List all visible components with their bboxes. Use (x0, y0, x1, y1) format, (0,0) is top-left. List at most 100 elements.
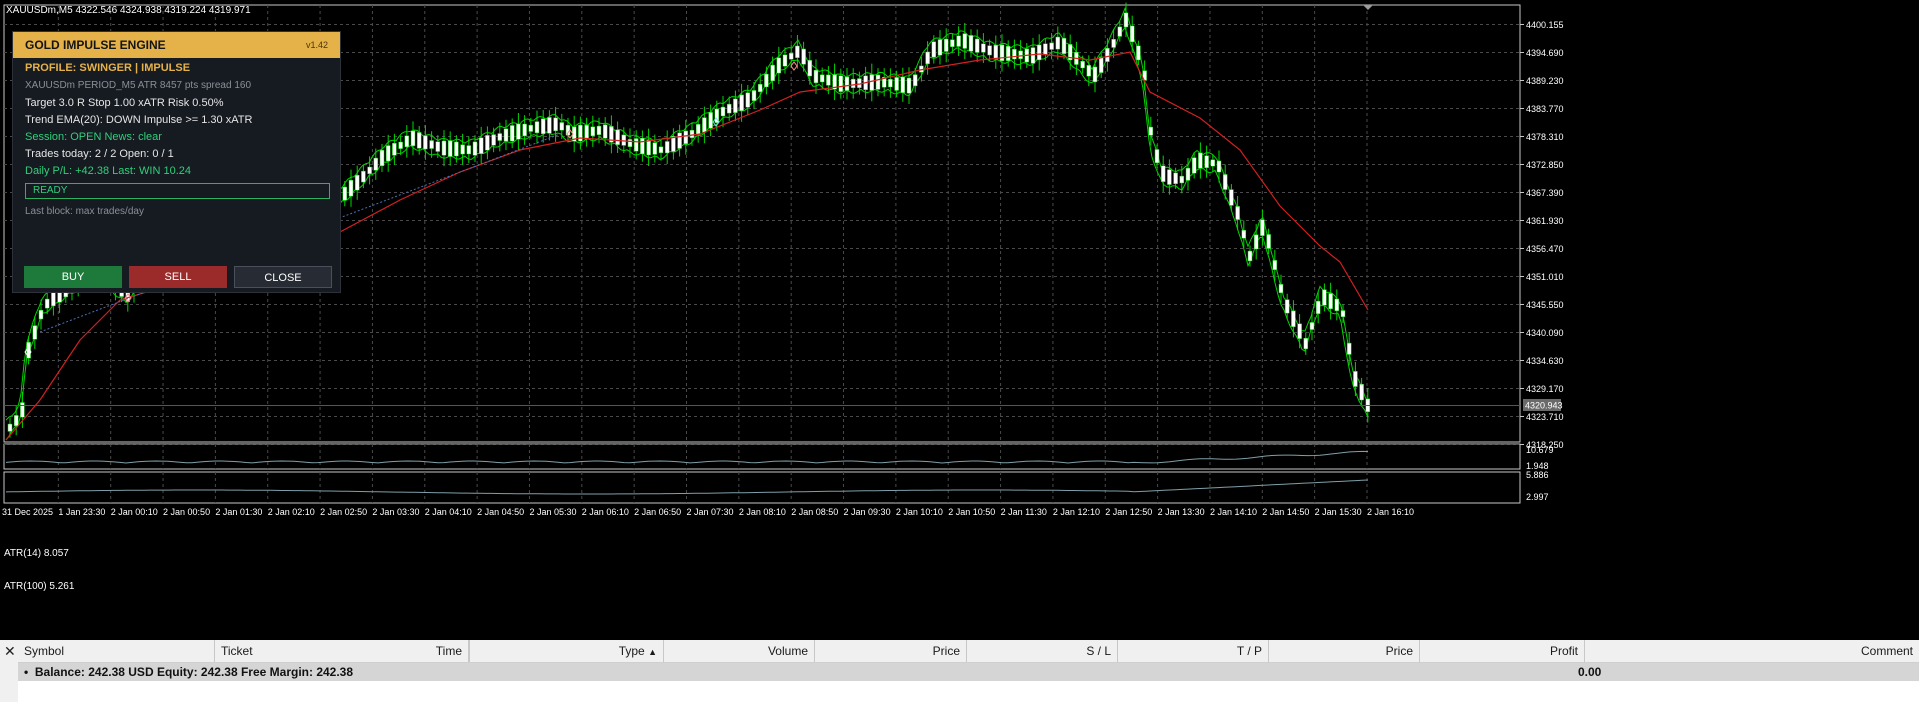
column-comment[interactable]: Comment (1585, 640, 1919, 662)
price-axis-label: 4394.690 (1526, 48, 1564, 58)
candle-body (1253, 234, 1259, 250)
chart-window[interactable]: 4400.155 4394.690 4389.230 4383.770 4378.310… (0, 0, 1919, 630)
candle-body (726, 103, 732, 114)
gold-impulse-engine-panel: GOLD IMPULSE ENGINE v1.42 PROFILE: SWING… (12, 31, 341, 293)
candle-body (38, 309, 44, 320)
indicator-scale-label: 5.886 (1526, 470, 1549, 480)
candle-body (559, 122, 565, 131)
candle-body (925, 51, 930, 65)
candle-body (1105, 48, 1110, 62)
time-axis-label: 2 Jan 13:30 (1158, 507, 1205, 517)
time-axis-label: 2 Jan 00:10 (111, 507, 158, 517)
candle-body (1284, 299, 1290, 314)
candle-body (1185, 167, 1191, 181)
candle-body (596, 125, 602, 136)
candle-body (1117, 26, 1123, 37)
buy-button[interactable]: BUY (24, 266, 122, 288)
candle-body (1291, 310, 1296, 328)
candle-body (1036, 44, 1042, 61)
sell-button[interactable]: SELL (129, 266, 227, 288)
candle-body (528, 124, 534, 132)
candle-body (875, 74, 881, 90)
price-axis-label: 4389.230 (1526, 76, 1564, 86)
candle-body (894, 77, 899, 91)
candle-body (1055, 36, 1061, 50)
balance-row[interactable]: • Balance: 242.38 USD Equity: 242.38 Fre… (18, 663, 1919, 681)
candle-body (398, 141, 403, 149)
candle-body (987, 45, 992, 56)
candle-body (32, 325, 38, 340)
candle-body (1092, 66, 1098, 83)
candle-body (497, 133, 503, 141)
column-current-price[interactable]: Price (1269, 640, 1420, 662)
price-axis-label: 4383.770 (1526, 104, 1564, 114)
time-axis-label: 2 Jan 12:50 (1105, 507, 1152, 517)
candle-body (590, 126, 596, 137)
trade-marker (790, 61, 798, 71)
close-button[interactable]: CLOSE (234, 266, 332, 288)
candle-body (1229, 189, 1234, 206)
candle-body (764, 73, 769, 88)
column-price[interactable]: Price (815, 640, 967, 662)
candle-body (813, 69, 819, 84)
column-profit[interactable]: Profit (1420, 640, 1585, 662)
session-line: Session: OPEN News: clear (25, 131, 162, 143)
candle-body (1322, 289, 1327, 306)
time-axis-label: 2 Jan 02:50 (320, 507, 367, 517)
close-icon[interactable]: ✕ (4, 643, 16, 660)
candle-body (454, 141, 459, 157)
candle-body (1303, 338, 1309, 350)
candle-body (956, 35, 961, 47)
terminal-panel: ✕ Symbol Ticket Time Type ▲ Volume Price… (0, 640, 1919, 702)
candle-body (1328, 293, 1333, 310)
price-axis-label: 4334.630 (1526, 356, 1564, 366)
balance-text: • Balance: 242.38 USD Equity: 242.38 Fre… (24, 665, 354, 679)
time-axis-label: 2 Jan 06:10 (582, 507, 629, 517)
candle-body (801, 48, 806, 65)
column-tp[interactable]: T / P (1118, 640, 1269, 662)
column-time[interactable]: Time (315, 640, 469, 662)
candle-body (838, 75, 844, 92)
daily-pl-line: Daily P/L: +42.38 Last: WIN 10.24 (25, 165, 192, 177)
time-axis-label: 2 Jan 07:30 (687, 507, 734, 517)
candle-body (1334, 298, 1340, 312)
column-type[interactable]: Type ▲ (469, 640, 664, 662)
time-axis-label: 2 Jan 08:50 (791, 507, 838, 517)
trend-line: Trend EMA(20): DOWN Impulse >= 1.30 xATR (25, 114, 253, 126)
atr14-label: ATR(14) 8.057 (4, 548, 69, 559)
candle-body (404, 135, 410, 148)
candle-body (1098, 56, 1104, 73)
column-symbol[interactable]: Symbol (18, 640, 215, 662)
time-axis-label: 2 Jan 05:30 (529, 507, 576, 517)
candle-body (1278, 284, 1284, 294)
price-axis-label: 4378.310 (1526, 132, 1564, 142)
time-axis-label: 2 Jan 10:50 (948, 507, 995, 517)
candle-body (1297, 323, 1302, 339)
candle-body (435, 141, 441, 152)
candle-body (1043, 43, 1048, 56)
candle-body (888, 78, 893, 88)
candle-body (850, 78, 856, 89)
column-sl[interactable]: S / L (967, 640, 1118, 662)
candle-body (658, 146, 664, 154)
candle-body (664, 141, 670, 154)
candle-body (739, 94, 744, 112)
time-axis-label: 2 Jan 15:30 (1315, 507, 1362, 517)
column-volume[interactable]: Volume (664, 640, 815, 662)
candle-body (702, 117, 707, 133)
price-axis-label: 4367.390 (1526, 188, 1564, 198)
candle-body (627, 139, 633, 147)
candle-body (1179, 175, 1185, 184)
candle-body (342, 186, 348, 201)
time-axis-label: 31 Dec 2025 (2, 507, 53, 517)
candle-body (751, 90, 757, 101)
candle-body (1080, 60, 1085, 69)
candle-body (503, 128, 509, 142)
candle-body (912, 74, 918, 87)
candle-body (1315, 300, 1321, 314)
candle-body (367, 166, 372, 175)
time-axis-label: 2 Jan 01:30 (215, 507, 262, 517)
panel-header[interactable]: GOLD IMPULSE ENGINE v1.42 (13, 32, 340, 58)
candle-body (540, 118, 546, 135)
time-axis-label: 2 Jan 12:10 (1053, 507, 1100, 517)
